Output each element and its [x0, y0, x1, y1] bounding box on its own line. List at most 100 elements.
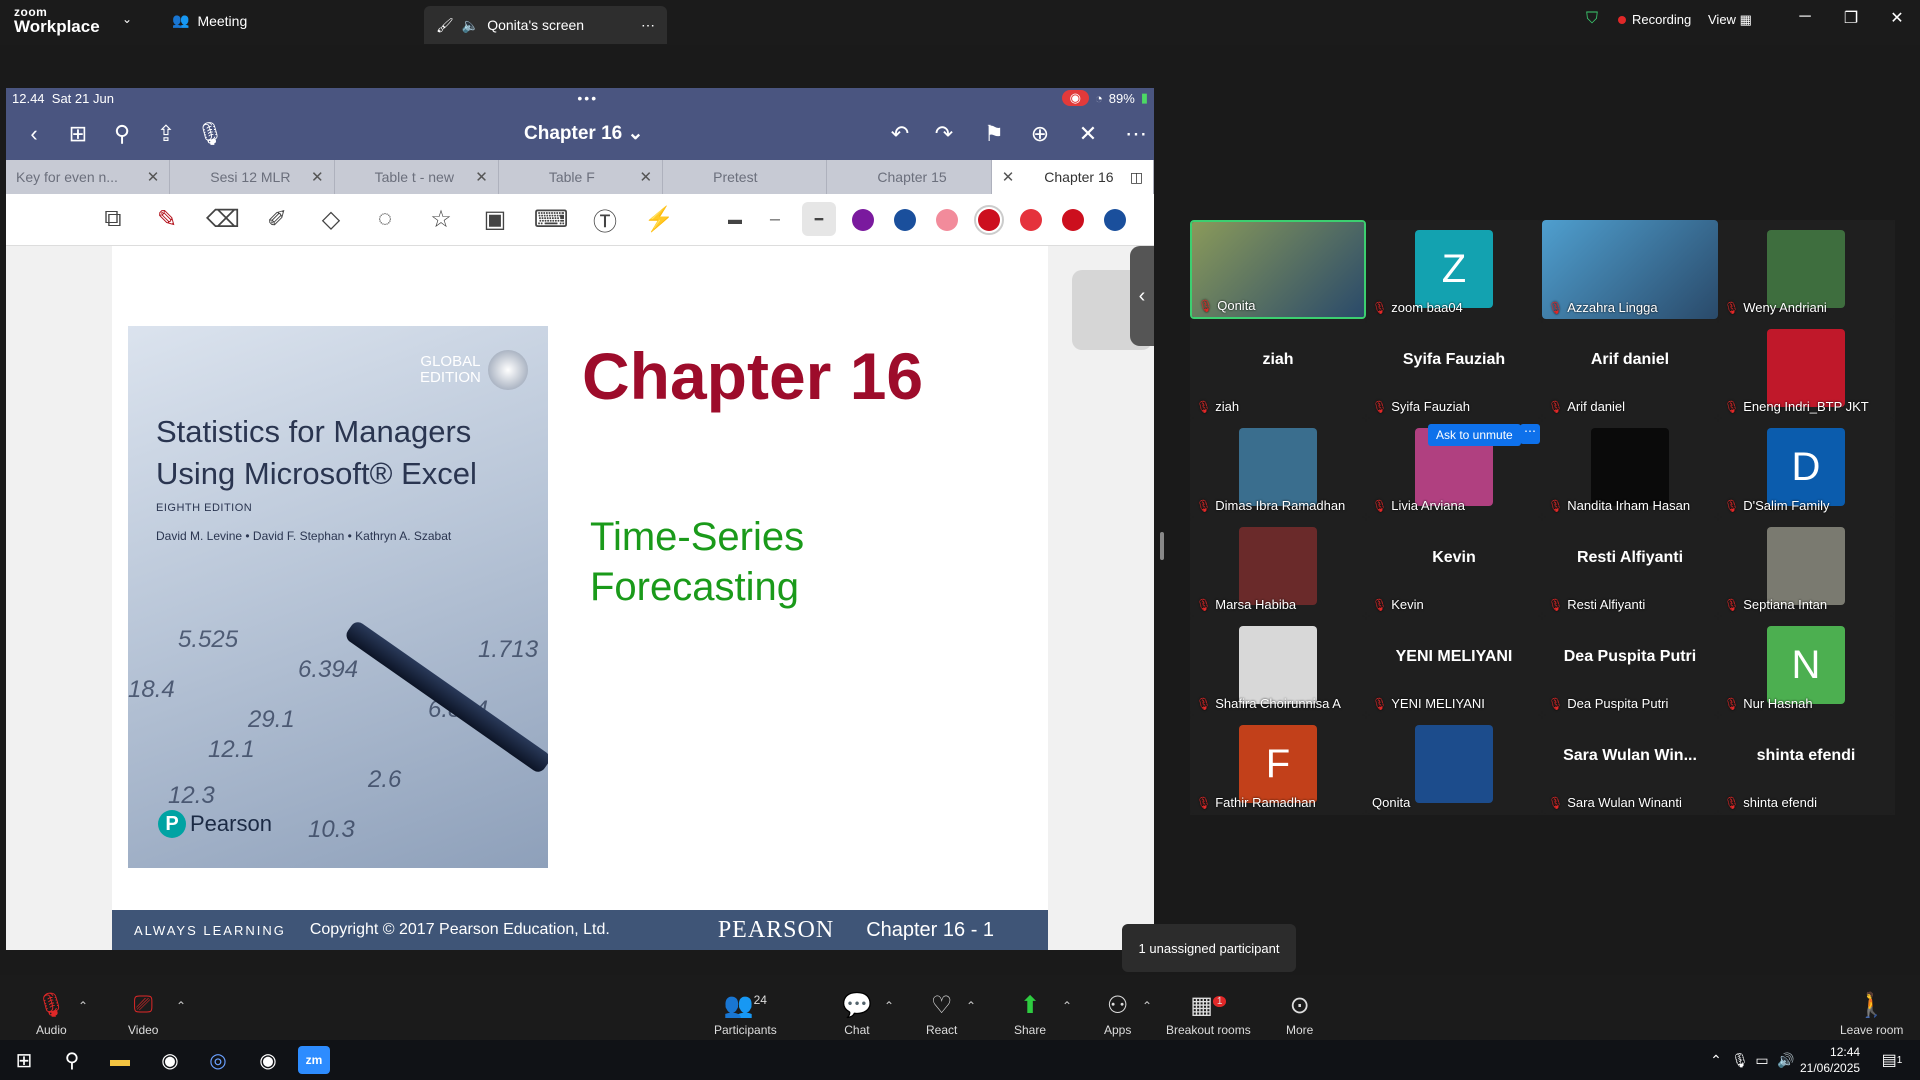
participant-tile[interactable]: shinta efendi 🎙 shinta efendi — [1718, 715, 1894, 814]
participant-tile[interactable]: Dea Puspita Putri 🎙 Dea Puspita Putri — [1542, 616, 1718, 715]
more-icon[interactable]: ⋯ — [1114, 112, 1154, 156]
audio-options-icon[interactable]: ⌃ — [78, 999, 88, 1013]
participant-tile[interactable]: 🎙 Weny Andriani — [1718, 220, 1894, 319]
eraser-icon[interactable]: ⌫ — [206, 202, 240, 236]
pen-icon[interactable]: ✎ — [150, 202, 184, 236]
apps-button[interactable]: ⚇ Apps — [1104, 991, 1131, 1037]
split-resize-handle[interactable] — [1160, 532, 1164, 560]
participant-tile[interactable]: 🎙 Nandita Irham Hasan — [1542, 418, 1718, 517]
tab-close-icon[interactable]: ✕ — [475, 168, 488, 186]
more-button[interactable]: ⊙ More — [1286, 991, 1313, 1037]
sidebar-handle-icon[interactable]: ‹ — [1130, 246, 1154, 346]
search-icon[interactable]: ⚲ — [100, 112, 144, 156]
laser-icon[interactable]: ⚡ — [642, 202, 676, 236]
tab-pretest[interactable]: Pretest — [663, 160, 828, 194]
brand-dropdown-icon[interactable]: ⌄ — [122, 12, 132, 26]
participant-tile[interactable]: Syifa Fauziah 🎙 Syifa Fauziah — [1366, 319, 1542, 418]
react-button[interactable]: ♡ React — [926, 991, 957, 1037]
medium-stroke-icon[interactable]: ━ — [802, 202, 836, 236]
participant-tile[interactable]: Z 🎙 zoom baa04 — [1366, 220, 1542, 319]
participant-tile[interactable]: Sara Wulan Win... 🎙 Sara Wulan Winanti — [1542, 715, 1718, 814]
participant-tile[interactable]: 🎙 Dimas Ibra Ramadhan — [1190, 418, 1366, 517]
shapes-icon[interactable]: ◇ — [314, 202, 348, 236]
lasso-zoom-icon[interactable]: ⧉ — [96, 202, 130, 236]
recording-indicator[interactable]: Recording — [1618, 12, 1691, 27]
participant-tile[interactable]: F 🎙 Fathir Ramadhan — [1190, 715, 1366, 814]
app-icon[interactable]: ◎ — [202, 1046, 234, 1074]
participant-tile[interactable]: 🎙 Shafira Choirunnisa A — [1190, 616, 1366, 715]
search-icon[interactable]: ⚲ — [56, 1046, 88, 1074]
color-swatch[interactable] — [974, 205, 1004, 235]
meeting-tab[interactable]: 👥 Meeting — [172, 12, 247, 29]
participant-tile[interactable]: Kevin 🎙 Kevin — [1366, 517, 1542, 616]
lasso-icon[interactable]: ◌ — [368, 202, 402, 236]
view-button[interactable]: View ▦ — [1708, 12, 1752, 28]
apps-options-icon[interactable]: ⌃ — [1142, 999, 1152, 1013]
tab-sesi-12[interactable]: Sesi 12 MLR ✕ — [170, 160, 335, 194]
volume-icon[interactable]: 🔊 — [1770, 1046, 1802, 1074]
breakout-rooms-button[interactable]: ▦ 1 Breakout rooms — [1166, 991, 1251, 1037]
tab-close-icon[interactable]: ✕ — [147, 168, 160, 186]
text-icon[interactable]: Ⓣ — [588, 202, 622, 236]
share-icon[interactable]: ⇪ — [144, 112, 188, 156]
tab-close-icon[interactable]: ✕ — [640, 168, 653, 186]
audio-record-icon[interactable]: 🎙 — [188, 112, 232, 156]
share-options-icon[interactable]: ⌃ — [1062, 999, 1072, 1013]
thin-stroke-icon[interactable]: ─ — [758, 202, 792, 236]
color-swatch[interactable] — [1104, 209, 1126, 231]
participant-tile[interactable]: Qonita — [1366, 715, 1542, 814]
file-explorer-icon[interactable]: ▬ — [104, 1046, 136, 1074]
video-button[interactable]: ⎚ Video — [128, 991, 158, 1037]
grid-icon[interactable]: ⊞ — [56, 112, 100, 156]
keyboard-icon[interactable]: ⌨ — [534, 202, 569, 236]
color-swatch[interactable] — [936, 209, 958, 231]
leave-room-button[interactable]: 🚶 Leave room — [1840, 991, 1903, 1037]
participant-tile[interactable]: Arif daniel 🎙 Arif daniel — [1542, 319, 1718, 418]
undo-icon[interactable]: ↶ — [878, 112, 922, 156]
shield-icon[interactable]: ⛉ — [1586, 10, 1598, 28]
tab-key-for-even[interactable]: Key for even n... ✕ — [6, 160, 171, 194]
tab-close-icon[interactable]: ✕ — [1002, 168, 1015, 186]
add-page-icon[interactable]: ⊕ — [1018, 112, 1062, 156]
audio-button[interactable]: 🎙 Audio — [36, 991, 67, 1037]
back-icon[interactable]: ‹ — [12, 112, 56, 156]
chrome-profile-icon[interactable]: ◉ — [252, 1046, 284, 1074]
tab-chapter-15[interactable]: Chapter 15 — [827, 160, 992, 194]
share-button[interactable]: ⬆ Share — [1014, 991, 1046, 1037]
participant-tile[interactable]: 🎙 Azzahra Lingga — [1542, 220, 1718, 319]
close-icon[interactable]: ✕ — [1882, 8, 1912, 28]
windows-start-icon[interactable]: ⊞ — [8, 1046, 40, 1074]
image-icon[interactable]: ▣ — [478, 202, 512, 236]
ask-to-unmute-button[interactable]: Ask to unmute — [1428, 424, 1521, 446]
redo-icon[interactable]: ↷ — [922, 112, 966, 156]
participant-tile[interactable]: ziah 🎙 ziah — [1190, 319, 1366, 418]
participant-tile[interactable]: 🎙 Septiana Intan — [1718, 517, 1894, 616]
pen-off-icon[interactable]: ✕ — [1066, 112, 1110, 156]
shared-screen[interactable]: 12.44 Sat 21 Jun ••• ◉ ◔ 89% ▮ ‹ ⊞ ⚲ ⇪ 🎙… — [6, 88, 1154, 950]
highlighter-icon[interactable]: ✐ — [260, 202, 294, 236]
participant-tile[interactable]: Resti Alfiyanti 🎙 Resti Alfiyanti — [1542, 517, 1718, 616]
maximize-icon[interactable]: ❐ — [1836, 8, 1866, 28]
participant-tile[interactable]: N 🎙 Nur Hasnah — [1718, 616, 1894, 715]
chat-button[interactable]: 💬 Chat — [842, 991, 872, 1037]
bookmark-icon[interactable]: ⚑ — [972, 112, 1016, 156]
color-swatch[interactable] — [1062, 209, 1084, 231]
minimize-icon[interactable]: ─ — [1790, 8, 1820, 26]
note-canvas[interactable]: GLOBAL EDITION Statistics for Managers Usi… — [6, 246, 1154, 950]
chat-options-icon[interactable]: ⌃ — [884, 999, 894, 1013]
react-options-icon[interactable]: ⌃ — [966, 999, 976, 1013]
tab-chapter-16[interactable]: ✕ Chapter 16 ◫ — [991, 160, 1154, 194]
tab-table-f[interactable]: Table F ✕ — [499, 160, 664, 194]
participant-tile[interactable]: 🎙 Marsa Habiba — [1190, 517, 1366, 616]
participant-more-button[interactable]: ⋯ — [1520, 424, 1540, 444]
chrome-icon[interactable]: ◉ — [154, 1046, 186, 1074]
video-options-icon[interactable]: ⌃ — [176, 999, 186, 1013]
tab-close-icon[interactable]: ✕ — [311, 168, 324, 186]
color-swatch[interactable] — [852, 209, 874, 231]
participant-tile[interactable]: 🎙 Qonita — [1190, 220, 1366, 319]
notification-icon[interactable]: ▤ 1 — [1876, 1046, 1908, 1074]
taskbar-clock[interactable]: 12:44 21/06/2025 — [1800, 1044, 1860, 1076]
screen-options-icon[interactable]: ⋯ — [641, 17, 655, 34]
tab-table-t[interactable]: Table t - new ✕ — [335, 160, 499, 194]
screen-share-tab[interactable]: 🖌 🔈 Qonita's screen ⋯ — [424, 6, 667, 44]
